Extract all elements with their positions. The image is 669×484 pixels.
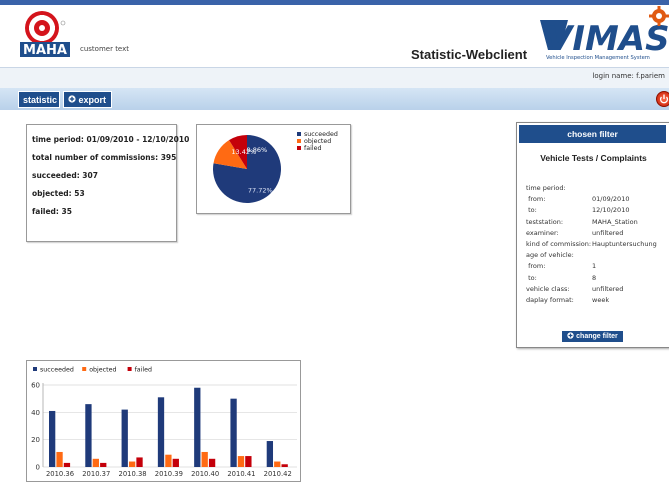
y-tick-label: 60 — [31, 382, 40, 390]
maha-logo-text: MAHA — [23, 43, 67, 58]
filter-row-value: MAHA_Station — [592, 217, 638, 226]
login-name: login name: f.pariem — [592, 72, 665, 80]
x-tick-label: 2010.42 — [264, 470, 292, 478]
tab-export-label: export — [78, 95, 107, 105]
pie-chart-box: 77.72% 13.42% 8.86% succeeded objected failed — [196, 124, 351, 214]
tab-statistic-label: statistic — [23, 95, 58, 105]
plus-circle-icon — [68, 95, 76, 103]
filter-row-label: from: — [526, 195, 546, 204]
vimas-logo: VIMAS Vehicle Inspection Management Syst… — [540, 6, 669, 61]
pie-data-label: 8.86% — [247, 146, 268, 154]
change-filter-label: change filter — [576, 333, 618, 340]
pie-legend-label: succeeded — [304, 131, 338, 138]
tab-export[interactable]: export — [63, 91, 112, 108]
x-tick-label: 2010.36 — [46, 470, 74, 478]
svg-text:VIMAS: VIMAS — [546, 19, 669, 59]
pie-legend-label: failed — [304, 145, 321, 152]
filter-row-value: 8 — [592, 273, 597, 282]
bar-succeeded — [230, 398, 237, 467]
x-tick-label: 2010.37 — [82, 470, 110, 478]
filter-row-label: kind of commission: — [526, 240, 592, 248]
bar-objected — [201, 451, 208, 467]
filter-row-value: 1 — [592, 262, 597, 271]
filter-panel: chosen filter Vehicle Tests / Complaints… — [516, 122, 669, 348]
bar-legend-label: objected — [89, 366, 116, 373]
filter-row-value: Hauptuntersuchung — [592, 240, 657, 248]
bar-failed — [100, 462, 107, 467]
filter-header: chosen filter — [519, 125, 666, 143]
bar-failed — [208, 458, 216, 467]
summary-succeeded: succeeded: 307 — [32, 171, 98, 180]
bar-objected — [274, 461, 281, 467]
power-icon[interactable] — [656, 91, 669, 107]
bar-objected — [128, 461, 136, 467]
x-tick-label: 2010.38 — [119, 470, 147, 478]
app-title: Statistic-Webclient — [411, 47, 528, 62]
filter-row-label: vehicle class: — [526, 284, 570, 293]
customer-text: customer text — [80, 45, 130, 53]
y-tick-label: 20 — [31, 436, 40, 444]
filter-row-label: to: — [526, 273, 537, 282]
pie-chart: 77.72%13.42%8.86%succeededobjectedfailed — [213, 131, 338, 203]
bar-legend-label: failed — [135, 366, 152, 373]
filter-row-value: week — [592, 296, 610, 304]
filter-row-value: 01/09/2010 — [592, 195, 630, 204]
bar-failed — [245, 456, 252, 467]
bar-succeeded — [121, 409, 128, 467]
bar-failed — [136, 457, 143, 467]
plus-circle-icon — [567, 331, 574, 339]
svg-text:Vehicle Inspection Management: Vehicle Inspection Management System — [546, 55, 650, 61]
summary-time-period: time period: 01/09/2010 - 12/10/2010 — [32, 135, 190, 144]
bar-legend-swatch — [33, 367, 37, 371]
tab-statistic[interactable]: statistic — [18, 91, 60, 108]
summary-box: time period: 01/09/2010 - 12/10/2010 tot… — [26, 124, 189, 242]
bar-objected — [237, 456, 245, 467]
login-bar — [0, 67, 669, 89]
bar-legend-swatch — [82, 367, 87, 371]
bar-failed — [63, 462, 71, 467]
x-tick-label: 2010.41 — [227, 470, 255, 478]
change-filter-button[interactable]: change filter — [562, 331, 623, 342]
bar-failed — [172, 458, 179, 467]
filter-title: Vehicle Tests / Complaints — [540, 153, 647, 163]
bar-chart-box: succeeded objected failed 0 20 40 60 2010.36 201… — [26, 360, 301, 482]
y-tick-label: 0 — [36, 464, 40, 472]
bar-succeeded — [157, 397, 165, 467]
x-tick-label: 2010.39 — [155, 470, 183, 478]
y-tick-label: 40 — [31, 409, 40, 417]
filter-row-value: 12/10/2010 — [592, 206, 630, 215]
filter-row-label: age of vehicle: — [526, 251, 574, 260]
pie-legend-swatch — [297, 132, 301, 136]
x-tick-label: 2010.40 — [191, 470, 219, 478]
filter-row-label: time period: — [526, 184, 566, 192]
bar-objected — [92, 458, 99, 467]
pie-legend-swatch — [297, 146, 301, 150]
summary-failed: failed: 35 — [32, 207, 72, 216]
bar-legend-swatch — [127, 367, 132, 371]
bar-succeeded — [85, 404, 92, 467]
bar-legend-label: succeeded — [40, 366, 74, 373]
filter-row-value: unfiltered — [592, 228, 624, 237]
summary-total: total number of commissions: 395 — [32, 153, 177, 162]
filter-row-label: to: — [526, 206, 537, 215]
pie-data-label: 77.72% — [248, 186, 273, 194]
maha-logo: MAHA — [20, 11, 70, 58]
filter-row-label: from: — [526, 262, 546, 271]
filter-row-label: daplay format: — [526, 296, 574, 304]
filter-row-value: unfiltered — [592, 284, 624, 293]
pie-legend-swatch — [297, 139, 301, 143]
bar-objected — [56, 451, 63, 467]
bar-succeeded — [49, 410, 56, 467]
pie-legend-label: objected — [304, 138, 331, 145]
bar-failed — [281, 464, 288, 467]
bar-succeeded — [194, 387, 201, 467]
bar-objected — [165, 454, 172, 467]
summary-objected: objected: 53 — [32, 189, 85, 198]
bar-succeeded — [266, 441, 274, 467]
filter-row-label: examiner: — [526, 228, 559, 237]
filter-row-label: teststation: — [526, 217, 564, 226]
bar-chart: succeeded objected failed 0 20 40 60 2010.36 201… — [31, 366, 297, 478]
